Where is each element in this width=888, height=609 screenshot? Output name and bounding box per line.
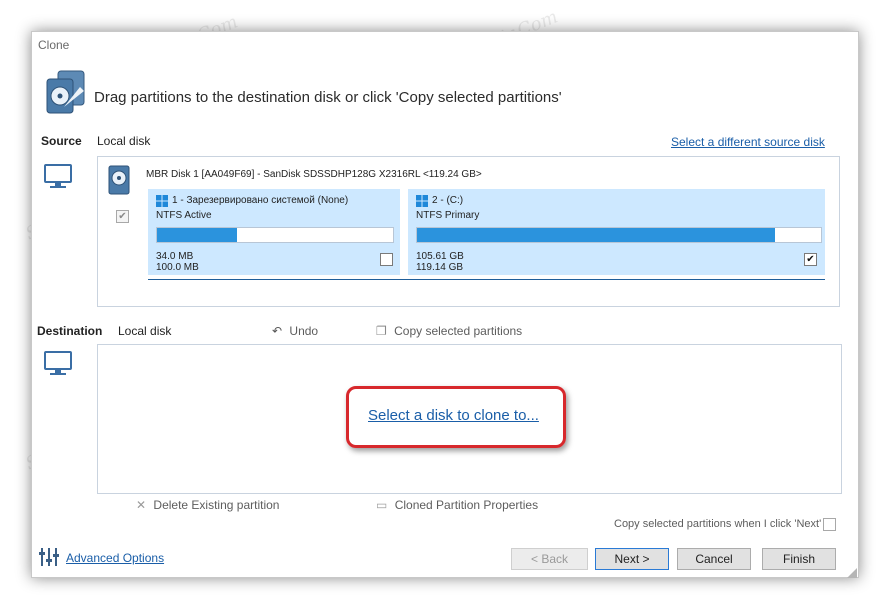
header-instruction: Drag partitions to the destination disk … <box>94 89 562 106</box>
disk-select-checkbox[interactable]: ✔ <box>116 210 129 223</box>
select-different-source-link[interactable]: Select a different source disk <box>671 135 825 149</box>
undo-icon: ↶ <box>272 324 283 338</box>
cancel-button[interactable]: Cancel <box>677 548 751 570</box>
partition-used: 34.0 MB <box>156 251 194 262</box>
partition-total: 100.0 MB <box>156 262 199 273</box>
clone-dialog: Clone Drag partitions to the destination… <box>31 31 859 578</box>
partition-card[interactable]: 1 - Зарезервировано системой (None) NTFS… <box>148 189 400 275</box>
select-disk-to-clone-link[interactable]: Select a disk to clone to... <box>368 407 539 424</box>
resize-grip[interactable] <box>847 565 857 578</box>
partition-usage-bar <box>416 227 822 243</box>
source-disk-info: MBR Disk 1 [AA049F69] - SanDisk SDSSDHP1… <box>146 169 482 180</box>
undo-button[interactable]: ↶ Undo <box>272 324 318 338</box>
back-button[interactable]: < Back <box>511 548 588 570</box>
copy-icon: ❐ <box>376 324 387 338</box>
source-disk-panel: MBR Disk 1 [AA049F69] - SanDisk SDSSDHP1… <box>97 156 840 307</box>
partition-checkbox[interactable]: ✔ <box>804 253 817 266</box>
partition-usage-fill <box>157 228 238 242</box>
partition-used: 105.61 GB <box>416 251 464 262</box>
partition-checkbox[interactable] <box>380 253 393 266</box>
cloned-props-label: Cloned Partition Properties <box>394 498 539 512</box>
partition-usage-bar <box>156 227 394 243</box>
copy-when-next-checkbox[interactable] <box>823 518 836 531</box>
destination-disk-type: Local disk <box>118 324 172 338</box>
undo-label: Undo <box>289 324 319 338</box>
destination-label: Destination <box>37 324 103 338</box>
advanced-options-link[interactable]: Advanced Options <box>66 551 164 565</box>
finish-button[interactable]: Finish <box>762 548 836 570</box>
copy-selected-label: Copy selected partitions <box>394 324 523 338</box>
partition-name: 1 - Зарезервировано системой (None) <box>172 195 349 206</box>
delete-existing-partition-button[interactable]: ✕ Delete Existing partition <box>136 498 279 512</box>
delete-existing-label: Delete Existing partition <box>153 498 280 512</box>
partition-name: 2 - (C:) <box>432 195 464 206</box>
monitor-icon <box>43 349 73 384</box>
disk-icon <box>108 165 130 200</box>
partition-total: 119.14 GB <box>416 262 464 273</box>
window-title: Clone <box>38 38 70 52</box>
partition-fs: NTFS Active <box>156 210 212 221</box>
delete-icon: ✕ <box>136 498 147 512</box>
partition-fs: NTFS Primary <box>416 210 480 221</box>
disk-baseline <box>148 279 825 280</box>
source-disk-type: Local disk <box>97 134 151 148</box>
source-label: Source <box>41 134 82 148</box>
advanced-options-icon[interactable] <box>38 547 60 572</box>
next-button[interactable]: Next > <box>595 548 669 570</box>
partition-usage-fill <box>417 228 775 242</box>
cloned-partition-properties-button[interactable]: ▭ Cloned Partition Properties <box>376 498 538 512</box>
copy-when-next-label: Copy selected partitions when I click 'N… <box>614 518 822 530</box>
clone-disk-icon <box>44 69 90 117</box>
monitor-icon <box>43 162 73 197</box>
partition-card[interactable]: 2 - (C:) NTFS Primary 105.61 GB 119.14 G… <box>408 189 825 275</box>
properties-icon: ▭ <box>376 498 388 512</box>
copy-selected-partitions-button[interactable]: ❐ Copy selected partitions <box>376 324 522 338</box>
